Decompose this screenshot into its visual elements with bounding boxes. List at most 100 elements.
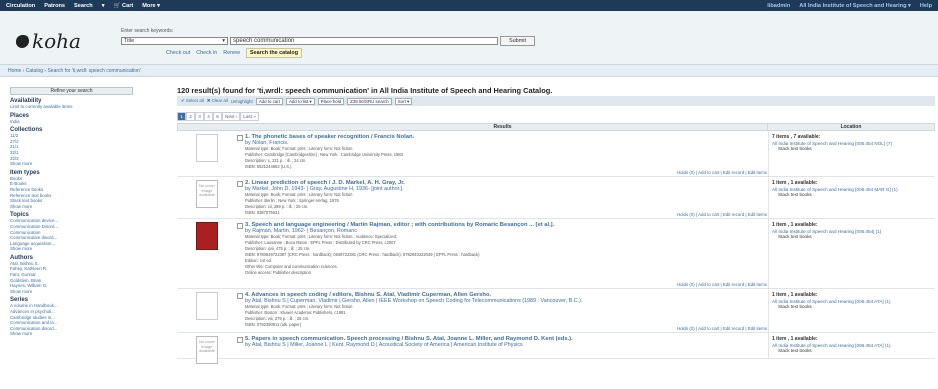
result-row: No cover image available 2. Linear predic… [177,177,935,219]
book-cover-image[interactable] [196,222,218,250]
location-cell: 1 item , 1 available: All India Institute… [768,177,935,218]
location-column-header: Location [767,124,934,130]
results-main: 120 result(s) found for 'ti,wrdl: speech… [177,86,935,364]
facet-group: Series A volume in Handbook... Advances in… [10,297,133,337]
sort-button[interactable]: Sort ▾ [394,97,413,105]
search-label: Enter search keywords: [121,28,174,34]
result-checkbox[interactable] [237,293,243,299]
facet-link[interactable]: Show more [10,289,133,295]
page-link[interactable]: Last » [240,111,259,121]
availability-count: 1 item , 1 available: [772,222,818,228]
add-to-list-button[interactable]: Add to list ▾ [285,97,315,105]
facet-group: Item types Books E-Books Reference books Ref… [10,170,133,210]
facet-link[interactable]: Show more [10,204,133,210]
cover-cell [177,219,237,288]
page-link[interactable]: 3 [195,111,204,121]
result-actions[interactable]: Holds (0) | Add to cart | Edit record | … [677,212,767,217]
result-checkbox[interactable] [237,135,243,141]
book-cover-image[interactable] [196,134,218,162]
topnav-item[interactable]: Search [74,3,93,9]
search-input[interactable]: speech communication [230,37,498,45]
location-cell: 1 item , 1 available: All India Institute… [768,219,935,288]
facet-group: Availability Limit to currently available… [10,98,133,110]
add-to-cart-button[interactable]: Add to cart [255,97,283,105]
page-link[interactable]: 1 [177,111,186,121]
location-cell: 1 item , 1 available: All India Institute… [768,333,935,358]
topnav-item[interactable]: 🛒 Cart [114,3,134,9]
tab-search-the-catalog[interactable]: Search the catalog [246,48,302,58]
result-row: No cover image available 5. Papers in spe… [177,333,935,364]
results-summary: 120 result(s) found for 'ti,wrdl: speech… [177,86,553,95]
result-row: 1. The phonetic bases of speaker recogni… [177,131,935,177]
result-actions[interactable]: Holds (0) | Add to cart | Edit record | … [677,170,767,175]
result-author-link[interactable]: by Atal, Bishnu S | Miller, Joanne L | K… [245,342,768,348]
help-link[interactable]: Help [920,3,932,9]
result-actions[interactable]: Holds (0) | Add to cart | Edit record | … [677,282,767,287]
tab-renew[interactable]: Renew [223,50,240,56]
result-detail-line: Online access: Publisher description [245,270,311,275]
cover-cell [177,289,237,332]
select-all-link[interactable]: ✔ Select all [181,98,204,104]
pagination: 1 2 3 4 5 Next › Last » [177,109,935,123]
facet-group: Authors Atal, Bishnu S. Fahey, Kathleen R.… [10,255,133,295]
refine-search-label: Refine your search [10,87,133,95]
tab-check-out[interactable]: Check out [166,50,190,56]
location-cell: 7 items , 7 available: All India Institut… [768,131,935,176]
location-item-type: Stack text books [778,234,812,240]
top-navbar: Circulation Patrons Search ▾ 🛒 Cart More ▾ li… [0,0,938,11]
location-item-type: Stack text books [778,304,812,310]
submit-button[interactable]: Submit [500,36,535,46]
facet-group: Places India [10,113,133,125]
availability-count: 1 item , 1 available: [772,336,818,342]
tab-check-in[interactable]: Check in [196,50,217,56]
result-checkbox[interactable] [237,181,243,187]
cover-cell: No cover image available [177,177,237,218]
bib-info: 5. Papers in speech communication. Speec… [245,333,768,358]
no-cover-image: No cover image available [196,180,218,208]
results-table-header: Results Location [177,123,935,131]
breadcrumb[interactable]: Home › Catalog › Search for 'ti,wrdl: sp… [0,65,938,77]
circulation-tabs: Check out Check in Renew Search the catalog [166,48,302,58]
z3950-search-button[interactable]: Z39.50/SRU search [347,97,392,105]
place-hold-button[interactable]: Place hold [317,97,345,105]
cover-cell: No cover image available [177,333,237,364]
location-item-type: Stack text books [778,348,812,354]
facet-link[interactable]: Show more [10,331,133,337]
page-link[interactable]: 5 [213,111,222,121]
facet-link[interactable]: Show more [10,161,133,167]
location-item-type: Stack text books [778,192,812,198]
page-link[interactable]: 4 [204,111,213,121]
no-cover-image: No cover image available [196,336,218,364]
facets-sidebar: Refine your search Availability Limit to … [10,87,133,337]
facet-link[interactable]: Show more [10,246,133,252]
book-cover-image[interactable] [196,292,218,320]
location-cell: 1 item , 1 available: All India Institute… [768,289,935,332]
facet-group: Topics Communication device... Communicati… [10,212,133,252]
results-toolbar: ✔ Select all ✖ Clear all Unhighlight Add… [177,96,935,106]
clear-all-link[interactable]: ✖ Clear all [207,98,228,104]
bib-info: 3. Speech and language engineering / Mar… [245,219,768,288]
facet-group: Collections 11/2 27/2 21/1 32/1 32/3 Show more [10,127,133,167]
result-row: 3. Speech and language engineering / Mar… [177,219,935,289]
location-item-type: Stack text books [778,146,812,152]
unhighlight-link[interactable]: Unhighlight [231,99,253,104]
topnav-item[interactable]: Patrons [44,3,65,9]
topnav-item[interactable]: ▾ [102,3,105,9]
page-link[interactable]: 2 [186,111,195,121]
user-menu[interactable]: libadmin [767,3,790,9]
search-header: koha Enter search keywords: Title ▾ speec… [0,11,938,65]
facet-link[interactable]: Limit to currently available items [10,104,133,110]
result-checkbox[interactable] [237,337,243,343]
facet-link[interactable]: India [10,119,133,125]
koha-logo-icon [16,34,29,48]
result-actions[interactable]: Holds (0) | Add to cart | Edit record | … [677,326,767,331]
result-row: 4. Advances in speech coding / editors, … [177,289,935,333]
result-checkbox[interactable] [237,223,243,229]
topnav-item[interactable]: Circulation [6,3,35,9]
results-column-header: Results [493,124,512,130]
page-link[interactable]: Next › [222,111,241,121]
search-field-select[interactable]: Title ▾ [121,37,228,45]
topnav-item[interactable]: More ▾ [142,3,160,9]
koha-logo[interactable]: koha [16,29,81,53]
library-menu[interactable]: All India Institute of Speech and Hearin… [799,3,911,9]
